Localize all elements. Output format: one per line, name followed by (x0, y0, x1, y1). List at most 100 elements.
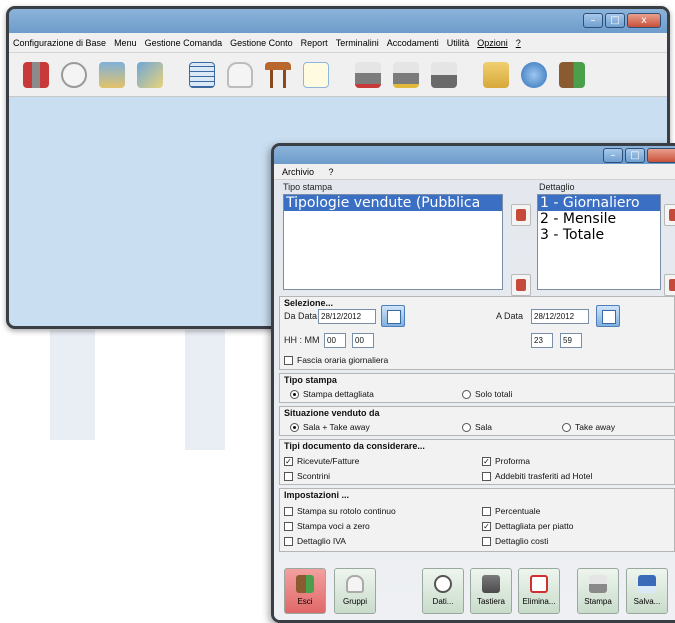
calendar-to-button[interactable] (596, 305, 620, 327)
list-item[interactable]: Tipologie vendute (Pubblica (284, 195, 502, 211)
chef-hat-icon[interactable] (223, 58, 257, 92)
iva-checkbox[interactable]: Dettaglio IVA (284, 536, 346, 546)
move-right-button[interactable] (511, 204, 531, 226)
menu-configurazione[interactable]: Configurazione di Base (13, 38, 106, 48)
menu-gestione-conto[interactable]: Gestione Conto (230, 38, 293, 48)
elimina-button[interactable]: Elimina... (518, 568, 560, 614)
tipi-documento-title: Tipi documento da considerare... (284, 441, 425, 451)
menu-accodamenti[interactable]: Accodamenti (387, 38, 439, 48)
ricevute-checkbox[interactable]: ✓ Ricevute/Fatture (284, 456, 359, 466)
dettaglio-up-button[interactable] (664, 204, 675, 226)
list-item[interactable]: 2 - Mensile (538, 211, 660, 227)
main-title-bar: – □ x (9, 9, 667, 33)
salva-button[interactable]: Salva... (626, 568, 668, 614)
a-data-field[interactable]: 28/12/2012 (531, 309, 589, 324)
hhmm-label: HH : MM (284, 335, 320, 345)
list-item[interactable]: 1 - Giornaliero (538, 195, 660, 211)
printer-red-icon[interactable] (351, 58, 385, 92)
checkbox-box[interactable] (284, 355, 293, 365)
report-dialog: – □ Archivio ? Tipo stampa Tipologie ven… (271, 143, 675, 623)
tipo-stampa-title: Tipo stampa (284, 375, 337, 385)
sala-takeaway-radio[interactable]: Sala + Take away (290, 422, 370, 432)
scontrini-checkbox[interactable]: Scontrini (284, 471, 330, 481)
folder-icon[interactable] (479, 58, 513, 92)
save-icon (638, 575, 656, 593)
voci-zero-checkbox[interactable]: Stampa voci a zero (284, 521, 370, 531)
menu-utilita[interactable]: Utilità (447, 38, 470, 48)
notepad-icon[interactable] (299, 58, 333, 92)
menu-help[interactable]: ? (516, 38, 521, 48)
dialog-menu-bar: Archivio ? (274, 164, 675, 180)
dettaglio-down-button[interactable] (664, 274, 675, 296)
impostazioni-title: Impostazioni ... (284, 490, 350, 500)
solo-totali-radio[interactable]: Solo totali (462, 389, 512, 399)
proforma-checkbox[interactable]: ✓ Proforma (482, 456, 530, 466)
menu-opzioni[interactable]: Opzioni (477, 38, 508, 48)
tools-icon[interactable] (19, 58, 53, 92)
impostazioni-panel: Impostazioni ... Stampa su rotolo contin… (279, 488, 675, 552)
dati-button[interactable]: Dati... (422, 568, 464, 614)
grid-icon[interactable] (185, 58, 219, 92)
fascia-label: Fascia oraria giornaliera (297, 355, 389, 365)
main-menu-bar: Configurazione di Base Menu Gestione Com… (9, 33, 667, 53)
selezione-panel: Selezione... Da Data 28/12/2012 HH : MM … (279, 296, 675, 370)
table-icon[interactable] (261, 58, 295, 92)
printer-yellow-icon[interactable] (389, 58, 423, 92)
from-mm-field[interactable]: 00 (352, 333, 374, 348)
list-item[interactable]: 3 - Totale (538, 227, 660, 243)
menu-help[interactable]: ? (329, 167, 334, 177)
from-hh-field[interactable]: 00 (324, 333, 346, 348)
move-left-button[interactable] (511, 274, 531, 296)
fascia-checkbox[interactable]: Fascia oraria giornaliera (284, 355, 388, 365)
close-button[interactable]: x (627, 13, 661, 28)
da-data-label: Da Data (284, 311, 318, 321)
menu-report[interactable]: Report (301, 38, 328, 48)
sala-radio[interactable]: Sala (462, 422, 492, 432)
tastiera-button[interactable]: Tastiera (470, 568, 512, 614)
situazione-panel: Situazione venduto da Sala + Take away S… (279, 406, 675, 436)
to-hh-field[interactable]: 23 (531, 333, 553, 348)
printer-icon (589, 575, 607, 593)
printer-icon[interactable] (427, 58, 461, 92)
menu-menu[interactable]: Menu (114, 38, 137, 48)
rotolo-checkbox[interactable]: Stampa su rotolo continuo (284, 506, 396, 516)
menu-archivio[interactable]: Archivio (282, 167, 314, 177)
magnifier-icon (434, 575, 452, 593)
stampa-button[interactable]: Stampa (577, 568, 619, 614)
bottle-icon[interactable] (95, 58, 129, 92)
background-stripe (185, 330, 225, 450)
main-toolbar (9, 53, 667, 97)
action-bar: Esci Gruppi Dati... Tastiera Elimina... … (274, 566, 675, 620)
dialog-maximize-button[interactable]: □ (625, 148, 645, 163)
dettaglio-list[interactable]: 1 - Giornaliero 2 - Mensile 3 - Totale (537, 194, 661, 290)
delete-icon (530, 575, 548, 593)
da-data-field[interactable]: 28/12/2012 (318, 309, 376, 324)
circle-icon[interactable] (57, 58, 91, 92)
maximize-button[interactable]: □ (605, 13, 625, 28)
minimize-button[interactable]: – (583, 13, 603, 28)
gruppi-button[interactable]: Gruppi (334, 568, 376, 614)
selezione-title: Selezione... (284, 298, 334, 308)
tipo-stampa-list[interactable]: Tipologie vendute (Pubblica (283, 194, 503, 290)
esci-button[interactable]: Esci (284, 568, 326, 614)
card-icon[interactable] (133, 58, 167, 92)
exit-door-icon[interactable] (555, 58, 589, 92)
dialog-title-bar: – □ (274, 146, 675, 164)
menu-terminalini[interactable]: Terminalini (336, 38, 379, 48)
dialog-minimize-button[interactable]: – (603, 148, 623, 163)
dettagliata-checkbox[interactable]: ✓ Dettagliata per piatto (482, 521, 573, 531)
calendar-from-button[interactable] (381, 305, 405, 327)
costi-checkbox[interactable]: Dettaglio costi (482, 536, 548, 546)
percentuale-checkbox[interactable]: Percentuale (482, 506, 540, 516)
dialog-close-button[interactable] (647, 148, 675, 163)
addebiti-checkbox[interactable]: Addebiti trasferiti ad Hotel (482, 471, 592, 481)
menu-gestione-comanda[interactable]: Gestione Comanda (145, 38, 223, 48)
info-icon[interactable] (517, 58, 551, 92)
stampa-dettagliata-radio[interactable]: Stampa dettagliata (290, 389, 374, 399)
takeaway-radio[interactable]: Take away (562, 422, 615, 432)
dialog-body: Tipo stampa Tipologie vendute (Pubblica … (274, 180, 675, 620)
tipi-documento-panel: Tipi documento da considerare... ✓ Ricevu… (279, 439, 675, 485)
to-mm-field[interactable]: 59 (560, 333, 582, 348)
chef-hat-icon (346, 575, 364, 593)
keyboard-icon (482, 575, 500, 593)
